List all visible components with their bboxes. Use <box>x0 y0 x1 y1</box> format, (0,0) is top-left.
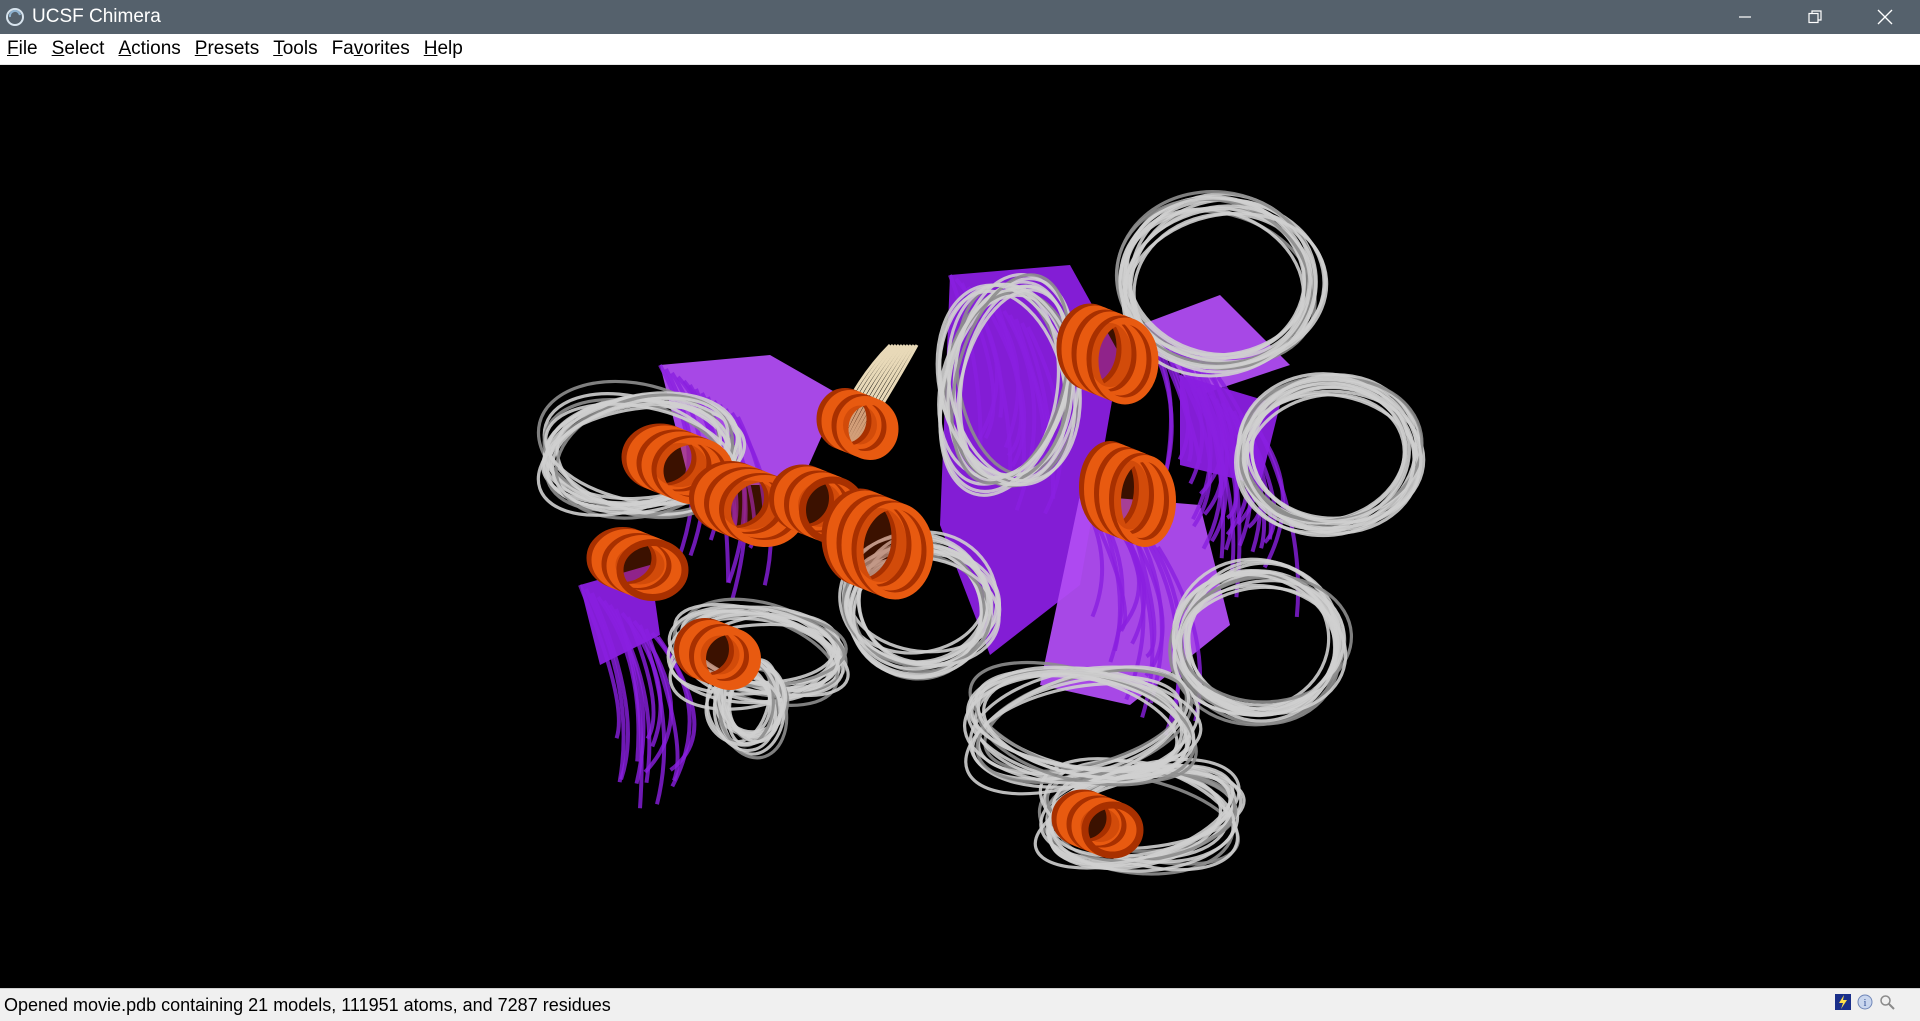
chimera-app-icon <box>4 6 26 28</box>
status-icons: i <box>1834 993 1896 1011</box>
menu-bar: File Select Actions Presets Tools Favori… <box>0 34 1920 65</box>
menu-help[interactable]: Help <box>417 34 470 64</box>
close-icon <box>1877 9 1893 25</box>
helix-core <box>1088 323 1132 387</box>
menu-file[interactable]: File <box>0 34 45 64</box>
menu-favorites[interactable]: Favorites <box>325 34 417 64</box>
title-bar[interactable]: UCSF Chimera <box>0 0 1920 34</box>
helix-core <box>853 508 907 582</box>
helix-core <box>615 545 665 585</box>
menu-actions[interactable]: Actions <box>111 34 187 64</box>
magnifier-icon[interactable] <box>1878 993 1896 1011</box>
restore-button[interactable] <box>1780 0 1850 34</box>
info-icon[interactable]: i <box>1856 993 1874 1011</box>
close-button[interactable] <box>1850 0 1920 34</box>
menu-select[interactable]: Select <box>45 34 112 64</box>
lightning-icon[interactable] <box>1834 993 1852 1011</box>
minimize-button[interactable] <box>1710 0 1780 34</box>
helix-core <box>1080 808 1120 842</box>
window-title: UCSF Chimera <box>32 6 161 27</box>
svg-text:i: i <box>1864 998 1867 1009</box>
protein-ensemble-ribbon <box>536 190 1426 876</box>
chimera-window: UCSF Chimera File Select Actions Presets… <box>0 0 1920 1021</box>
restore-icon <box>1808 10 1822 24</box>
helix-core <box>700 635 740 675</box>
graphics-viewport[interactable] <box>0 65 1920 988</box>
menu-tools[interactable]: Tools <box>266 34 324 64</box>
menu-presets[interactable]: Presets <box>188 34 266 64</box>
window-controls <box>1710 0 1920 34</box>
minimize-icon <box>1739 16 1751 18</box>
helix-core <box>843 405 877 445</box>
status-bar: Opened movie.pdb containing 21 models, 1… <box>0 988 1920 1021</box>
helix-core <box>1110 460 1150 530</box>
status-message: Opened movie.pdb containing 21 models, 1… <box>4 994 611 1015</box>
